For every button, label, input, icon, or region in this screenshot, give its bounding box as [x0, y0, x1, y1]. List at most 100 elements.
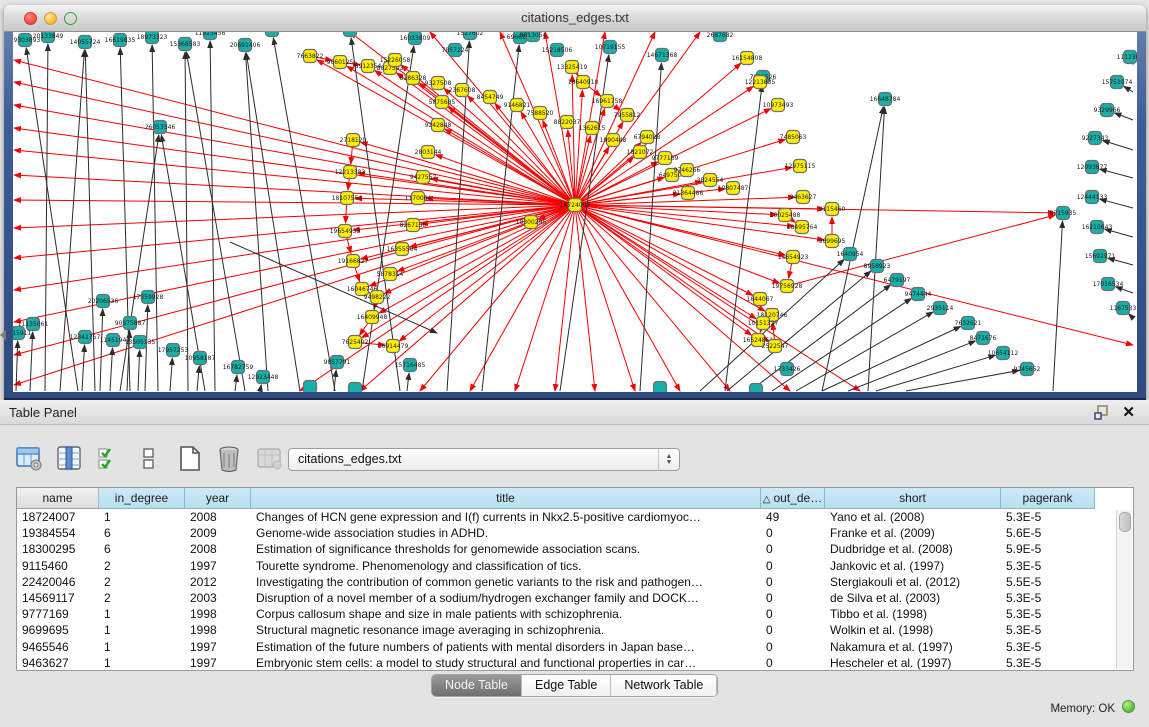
column-header-out_de[interactable]: △out_de…: [761, 488, 825, 509]
graph-node[interactable]: 7663822: [297, 50, 324, 63]
cell-title[interactable]: Estimation of the future numbers of pati…: [251, 639, 761, 655]
graph-node[interactable]: 16355504: [387, 243, 418, 256]
graph-node[interactable]: 19654933: [330, 225, 361, 238]
cell-name[interactable]: 22420046: [17, 574, 99, 590]
cell-title[interactable]: Estimation of significance thresholds fo…: [251, 541, 761, 557]
graph-node[interactable]: 17359928: [133, 291, 164, 304]
cell-short[interactable]: Nakamura et al. (1997): [825, 639, 1001, 655]
graph-node[interactable]: 15751074: [1102, 76, 1133, 89]
graph-node[interactable]: 9115460: [819, 203, 846, 216]
graph-node[interactable]: 9857791: [324, 356, 351, 369]
cell-in_degree[interactable]: 1: [99, 622, 185, 638]
table-row[interactable]: 977716911998Corpus callosum shape and si…: [17, 606, 1133, 622]
graph-node[interactable]: 16961758: [592, 95, 623, 108]
collapsed-panel-arrow-icon[interactable]: [0, 330, 6, 340]
vertical-scrollbar[interactable]: [1116, 510, 1132, 669]
graph-node[interactable]: 15654923: [778, 251, 809, 264]
graph-node[interactable]: 8267150: [400, 219, 427, 232]
table-row[interactable]: 2242004622012Investigating the contribut…: [17, 574, 1133, 590]
graph-node[interactable]: 1112304: [1117, 51, 1137, 64]
table-row[interactable]: 1938455462009Genome-wide association stu…: [17, 525, 1133, 541]
table-selector-dropdown[interactable]: citations_edges.txt ▲▼: [288, 448, 680, 471]
cell-in_degree[interactable]: 2: [99, 574, 185, 590]
cell-out_de[interactable]: 0: [761, 558, 825, 574]
graph-node[interactable]: 10973493: [763, 99, 794, 112]
graph-node[interactable]: 16210643: [1082, 221, 1113, 234]
checkbox-column-icon[interactable]: [134, 443, 164, 473]
graph-node[interactable]: 5875685: [429, 96, 456, 109]
graph-node[interactable]: 12444133: [1077, 191, 1108, 204]
graph-node[interactable]: 1362615: [579, 122, 606, 135]
graph-node[interactable]: 9474444: [905, 288, 932, 301]
column-header-name[interactable]: name: [17, 488, 99, 509]
delete-icon[interactable]: [214, 443, 244, 473]
cell-short[interactable]: Stergiakouli et al. (2012): [825, 574, 1001, 590]
graph-node[interactable]: 26053346: [145, 121, 176, 134]
graph-node[interactable]: 1733426: [774, 363, 801, 376]
cell-out_de[interactable]: 0: [761, 655, 825, 671]
graph-node[interactable]: 1527602: [457, 32, 484, 40]
cell-out_de[interactable]: 0: [761, 590, 825, 606]
cell-year[interactable]: 2008: [185, 509, 251, 525]
graph-node[interactable]: 2935114: [927, 302, 954, 315]
cell-title[interactable]: Structural magnetic resonance image aver…: [251, 622, 761, 638]
cell-name[interactable]: 9777169: [17, 606, 99, 622]
cell-name[interactable]: 14569117: [17, 590, 99, 606]
cell-year[interactable]: 1997: [185, 639, 251, 655]
graph-node[interactable]: 8215935: [1050, 207, 1077, 220]
cell-pagerank[interactable]: 5.5E-5: [1001, 574, 1095, 590]
cell-name[interactable]: 18724007: [17, 509, 99, 525]
graph-node[interactable]: 12923448: [248, 371, 279, 384]
graph-node[interactable]: 1167533: [1110, 302, 1137, 315]
cell-title[interactable]: Corpus callosum shape and size in male p…: [251, 606, 761, 622]
graph-node[interactable]: [750, 384, 763, 393]
network-canvas[interactable]: 1930389320133849140557241661983518973323…: [13, 32, 1137, 392]
select-all-icon[interactable]: [94, 443, 124, 473]
column-header-title[interactable]: title: [251, 488, 761, 509]
cell-in_degree[interactable]: 1: [99, 639, 185, 655]
graph-node[interactable]: 90975887: [115, 317, 146, 330]
cell-pagerank[interactable]: 5.3E-5: [1001, 558, 1095, 574]
graph-node[interactable]: 16782759: [223, 361, 254, 374]
graph-node[interactable]: 14671368: [647, 49, 678, 62]
graph-node[interactable]: 9329966: [1094, 104, 1121, 117]
cell-pagerank[interactable]: 5.3E-5: [1001, 509, 1095, 525]
graph-node[interactable]: 19166827: [338, 255, 369, 268]
graph-node[interactable]: 12213383: [335, 166, 366, 179]
graph-node[interactable]: 6479197: [884, 274, 911, 287]
tab-network-table[interactable]: Network Table: [611, 675, 717, 696]
cell-short[interactable]: Dudbridge et al. (2008): [825, 541, 1001, 557]
table-row[interactable]: 1456911722003Disruption of a novel membe…: [17, 590, 1133, 606]
new-document-icon[interactable]: [174, 443, 204, 473]
graph-node[interactable]: 10653287: [335, 32, 366, 37]
graph-node[interactable]: 21364486: [673, 187, 704, 200]
cell-name[interactable]: 9465546: [17, 639, 99, 655]
graph-node[interactable]: 9660125: [327, 56, 354, 69]
cell-in_degree[interactable]: 1: [99, 509, 185, 525]
graph-node[interactable]: 1145194: [100, 334, 127, 347]
cell-year[interactable]: 1997: [185, 558, 251, 574]
cell-name[interactable]: 18300295: [17, 541, 99, 557]
graph-node[interactable]: 11923456: [195, 32, 226, 40]
graph-node[interactable]: 7857224: [442, 44, 469, 57]
graph-node[interactable]: 7588520: [527, 107, 554, 120]
graph-node[interactable]: 8822037: [554, 116, 581, 129]
graph-node[interactable]: 14055724: [70, 36, 101, 49]
graph-node[interactable]: 1990448: [600, 134, 627, 147]
cell-pagerank[interactable]: 5.3E-5: [1001, 622, 1095, 638]
cell-in_degree[interactable]: 1: [99, 606, 185, 622]
table-row[interactable]: 1830029562008Estimation of significance …: [17, 541, 1133, 557]
cell-pagerank[interactable]: 5.3E-5: [1001, 590, 1095, 606]
cell-title[interactable]: Changes of HCN gene expression and I(f) …: [251, 509, 761, 525]
table-row[interactable]: 911546021997Tourette syndrome. Phenomeno…: [17, 558, 1133, 574]
graph-node[interactable]: 16914479: [378, 340, 409, 353]
network-view-window[interactable]: citations_edges.txt 19303893201338491405…: [4, 5, 1146, 400]
graph-node[interactable]: 2687682: [707, 32, 734, 42]
graph-node[interactable]: 7625402: [342, 336, 369, 349]
graph-node[interactable]: 7485063: [780, 131, 807, 144]
cell-short[interactable]: Tibbo et al. (1998): [825, 606, 1001, 622]
table-panel-header[interactable]: Table Panel ✕: [0, 400, 1149, 425]
citation-network-graph[interactable]: 1930389320133849140557241661983518973323…: [13, 32, 1137, 392]
graph-node[interactable]: 9245652: [1014, 363, 1041, 376]
graph-node[interactable]: 16648784: [870, 93, 901, 106]
